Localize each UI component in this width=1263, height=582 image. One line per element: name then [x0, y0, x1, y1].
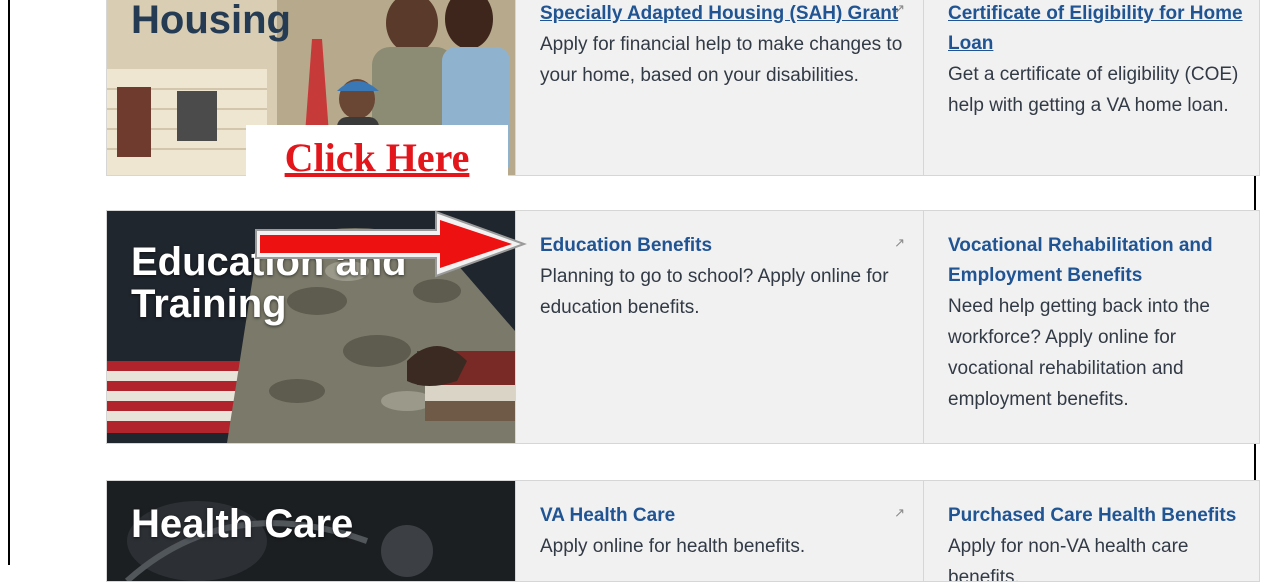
sah-grant-link[interactable]: Specially Adapted Housing (SAH) Grant — [540, 0, 903, 29]
education-benefits-card: Education Benefits ↗ Planning to go to s… — [515, 211, 923, 443]
click-here-text: Click Here — [284, 135, 470, 180]
vocational-rehab-card: Vocational Rehabilitation and Employment… — [923, 211, 1259, 443]
frame-border-left — [8, 0, 10, 565]
coe-home-loan-card: Certificate of Eligibility for Home Loan… — [923, 0, 1259, 175]
benefit-row-health-care: Health Care VA Health Care ↗ Apply onlin… — [106, 480, 1260, 582]
sah-grant-card: Specially Adapted Housing (SAH) Grant ↗ … — [515, 0, 923, 175]
coe-home-loan-link[interactable]: Certificate of Eligibility for Home Loan — [948, 0, 1243, 59]
health-care-hero-image: Health Care — [107, 481, 515, 581]
red-pointer-arrow-icon — [255, 210, 527, 278]
va-health-care-description: Apply online for health benefits. — [540, 536, 806, 557]
health-care-hero-title: Health Care — [131, 502, 354, 546]
external-link-icon: ↗ — [894, 1, 905, 16]
purchased-care-card: Purchased Care Health Benefits Apply for… — [923, 481, 1259, 582]
vocational-rehab-description: Need help getting back into the workforc… — [948, 296, 1210, 410]
purchased-care-description: Apply for non-VA health care benefits. — [948, 536, 1189, 582]
external-link-icon: ↗ — [894, 505, 905, 520]
education-benefits-description: Planning to go to school? Apply online f… — [540, 266, 889, 318]
external-link-icon: ↗ — [894, 235, 905, 250]
click-here-callout: Click Here — [246, 125, 508, 188]
purchased-care-link[interactable]: Purchased Care Health Benefits — [948, 501, 1243, 531]
va-health-care-card: VA Health Care ↗ Apply online for health… — [515, 481, 923, 581]
education-benefits-link[interactable]: Education Benefits — [540, 231, 903, 261]
sah-grant-description: Apply for financial help to make changes… — [540, 34, 903, 86]
vocational-rehab-link[interactable]: Vocational Rehabilitation and Employment… — [948, 231, 1243, 291]
va-health-care-link[interactable]: VA Health Care — [540, 501, 903, 531]
coe-home-loan-description: Get a certificate of eligibility (COE) h… — [948, 64, 1239, 116]
housing-hero-title: Housing — [131, 0, 291, 42]
